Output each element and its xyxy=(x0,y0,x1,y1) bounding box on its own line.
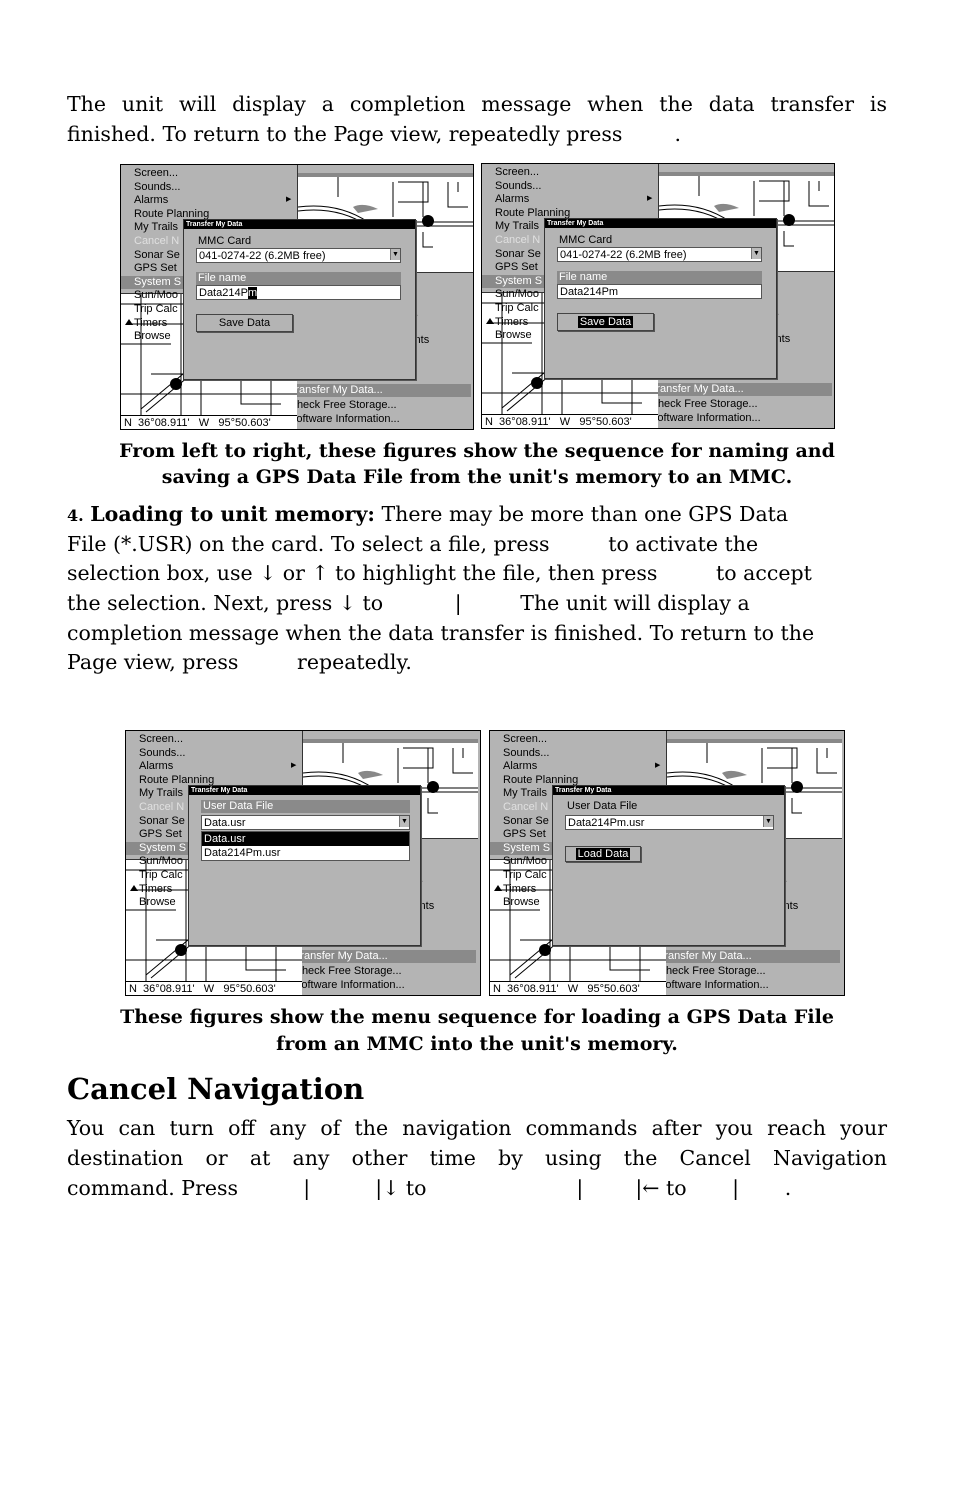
cancel-nav-line-1: You can turn off any of the navigation c… xyxy=(67,1116,887,1140)
load-data-button[interactable]: Load Data xyxy=(565,846,641,862)
map-header-band xyxy=(659,164,834,176)
step-title: Loading to unit memory: xyxy=(90,502,375,526)
submenu-arrow-icon: ▶ xyxy=(647,195,653,202)
screenshot-save-naming: t...ointsTransfer My Data...Check Free S… xyxy=(120,164,474,430)
map-header-band xyxy=(667,731,842,743)
menu-item[interactable]: Screen... xyxy=(126,733,302,746)
file-list-item[interactable]: Data.usr xyxy=(202,832,409,846)
caption-1-line-2: saving a GPS Data File from the unit's m… xyxy=(161,466,793,488)
transfer-dialog: Transfer My Data MMC Card 041-0274-22 (6.2… xyxy=(544,218,777,379)
chevron-down-icon: ▼ xyxy=(390,249,400,260)
paragraph-1-line-2: finished. To return to the Page view, re… xyxy=(67,122,682,146)
file-name-label: File name xyxy=(557,271,762,284)
menu-item-software[interactable]: Software Information... xyxy=(294,979,405,992)
transfer-dialog: Transfer My Data MMC Card 041-0274-22 (6.2… xyxy=(183,219,416,380)
dialog-title: Transfer My Data xyxy=(553,786,784,795)
menu-item[interactable]: Screen... xyxy=(121,167,297,180)
file-name-value: Data214Pm xyxy=(560,286,619,298)
menu-item[interactable]: Sounds... xyxy=(121,181,297,194)
save-data-button[interactable]: Save Data xyxy=(557,313,654,331)
dialog-title: Transfer My Data xyxy=(184,220,415,229)
section-heading: Cancel Navigation xyxy=(67,1072,365,1106)
menu-item-check[interactable]: Check Free Storage... xyxy=(650,398,758,411)
menu-item-software[interactable]: Software Information... xyxy=(658,979,769,992)
file-list: Data.usr Data214Pm.usr xyxy=(201,831,410,861)
file-name-value: Data214P xyxy=(199,287,248,299)
save-data-label: Save Data xyxy=(577,316,634,328)
mmc-card-label: MMC Card xyxy=(559,234,613,246)
menu-item-check[interactable]: Check Free Storage... xyxy=(289,399,397,412)
step-number: 4. xyxy=(67,506,84,525)
step-4-line-2: File (*.USR) on the card. To select a fi… xyxy=(67,532,759,556)
step-4-line-1: 4. Loading to unit memory: There may be … xyxy=(67,499,887,531)
step-4-line-3: selection box, use ↓ or ↑ to highlight t… xyxy=(67,561,812,585)
position-readout: N 36°08.911' W 95°50.603' xyxy=(490,981,666,995)
dialog-title: Transfer My Data xyxy=(545,219,776,228)
position-readout: N 36°08.911' W 95°50.603' xyxy=(126,981,302,995)
menu-item[interactable]: Sounds... xyxy=(482,180,658,193)
menu-item[interactable]: Sounds... xyxy=(126,747,302,760)
caption-2-line-1: These figures show the menu sequence for… xyxy=(120,1006,834,1028)
file-name-input[interactable]: Data214Pm xyxy=(557,284,762,299)
save-data-label: Save Data xyxy=(218,317,271,329)
transfer-dialog: Transfer My Data User Data File Data.usr ▼ D… xyxy=(188,785,421,946)
transfer-dialog: Transfer My Data User Data File Data214Pm.… xyxy=(552,785,785,946)
dropdown-arrow-wrap: ▼ xyxy=(201,815,410,830)
manual-page: The unit will display a completion messa… xyxy=(0,0,954,1487)
paragraph-1-line-1: The unit will display a completion messa… xyxy=(67,92,887,116)
submenu-arrow-icon: ▶ xyxy=(655,762,661,769)
file-name-input[interactable]: Data214Pm xyxy=(196,285,401,300)
menu-item[interactable]: Alarms xyxy=(490,760,666,773)
caption-2-line-2: from an MMC into the unit's memory. xyxy=(276,1033,678,1055)
screenshot-save-button: t...ointsTransfer My Data...Check Free S… xyxy=(481,163,835,429)
mmc-card-label: MMC Card xyxy=(198,235,252,247)
map-header-band xyxy=(303,731,478,743)
position-readout: N 36°08.911' W 95°50.603' xyxy=(482,414,658,428)
chevron-down-icon: ▼ xyxy=(763,816,773,827)
menu-item-software[interactable]: Software Information... xyxy=(289,413,400,426)
user-data-file-label: User Data File xyxy=(567,800,638,812)
menu-item[interactable]: Alarms xyxy=(121,194,297,207)
submenu-arrow-icon: ▶ xyxy=(286,196,292,203)
step-4-line-1-rest: There may be more than one GPS Data xyxy=(374,502,789,526)
position-readout: N 36°08.911' W 95°50.603' xyxy=(121,415,297,429)
map-header-band xyxy=(298,165,473,177)
step-4-line-5: completion message when the data transfe… xyxy=(67,621,815,645)
caption-1-line-1: From left to right, these figures show t… xyxy=(119,440,835,462)
file-name-label: File name xyxy=(196,272,401,285)
menu-item-check[interactable]: Check Free Storage... xyxy=(294,965,402,978)
step-4-line-4: the selection. Next, press ↓ to | The un… xyxy=(67,591,750,615)
save-data-button[interactable]: Save Data xyxy=(196,314,293,332)
menu-item-software[interactable]: Software Information... xyxy=(650,412,761,425)
menu-item[interactable]: Sounds... xyxy=(490,747,666,760)
menu-item[interactable]: Alarms xyxy=(482,193,658,206)
step-4-line-6: Page view, press repeatedly. xyxy=(67,650,412,674)
dropdown-arrow-wrap: ▼ xyxy=(565,815,774,830)
menu-item[interactable]: Screen... xyxy=(482,166,658,179)
text-cursor: m xyxy=(247,287,258,299)
file-list-item[interactable]: Data214Pm.usr xyxy=(202,846,409,860)
dialog-title: Transfer My Data xyxy=(189,786,420,795)
menu-item[interactable]: Screen... xyxy=(490,733,666,746)
screenshot-load-select: t...ointsTransfer My Data...Check Free S… xyxy=(125,730,481,996)
cancel-nav-line-3: command. Press | |↓ to | |← to | . xyxy=(67,1176,792,1200)
chevron-down-icon: ▼ xyxy=(751,248,761,259)
dropdown-arrow-wrap: ▼ xyxy=(196,248,401,263)
chevron-down-icon: ▼ xyxy=(399,816,409,827)
load-data-label: Load Data xyxy=(575,848,631,860)
menu-item-check[interactable]: Check Free Storage... xyxy=(658,965,766,978)
screenshot-load-button: t...ointsTransfer My Data...Check Free S… xyxy=(489,730,845,996)
menu-item[interactable]: Alarms xyxy=(126,760,302,773)
submenu-arrow-icon: ▶ xyxy=(291,762,297,769)
cancel-nav-line-2: destination or at any other time by usin… xyxy=(67,1146,887,1170)
dropdown-arrow-wrap: ▼ xyxy=(557,247,762,262)
user-data-file-label: User Data File xyxy=(201,800,410,813)
